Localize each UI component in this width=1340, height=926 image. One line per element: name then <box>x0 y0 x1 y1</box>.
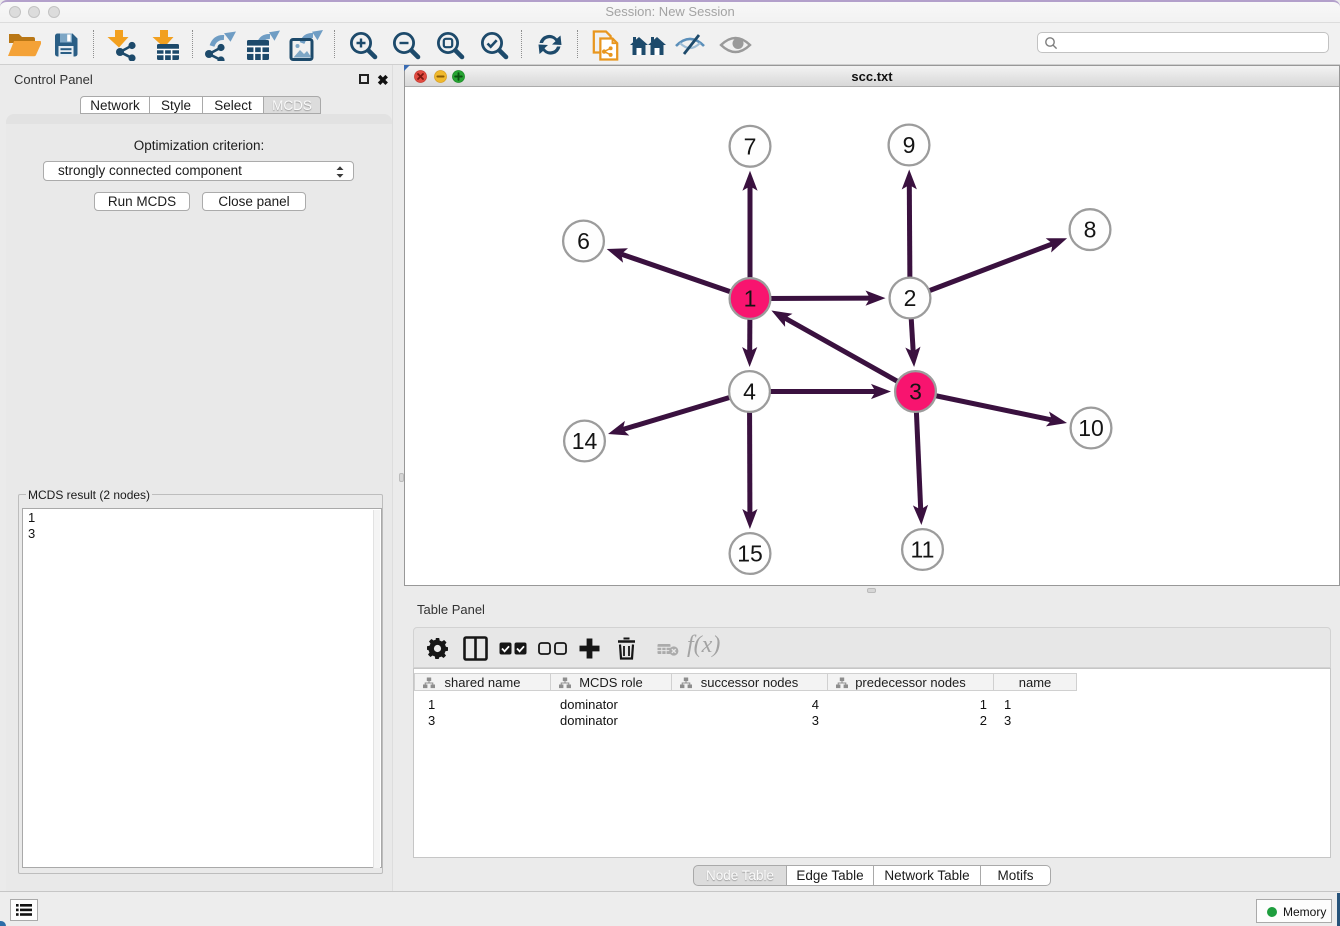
svg-text:7: 7 <box>744 133 757 159</box>
svg-text:9: 9 <box>903 132 916 158</box>
svg-text:11: 11 <box>911 537 935 563</box>
svg-text:4: 4 <box>743 379 756 405</box>
svg-text:1: 1 <box>744 286 757 312</box>
svg-text:15: 15 <box>737 541 763 567</box>
svg-text:8: 8 <box>1084 217 1097 243</box>
svg-text:14: 14 <box>572 428 598 454</box>
svg-text:3: 3 <box>909 379 922 405</box>
svg-text:2: 2 <box>904 285 917 311</box>
svg-text:6: 6 <box>577 228 590 254</box>
svg-text:10: 10 <box>1078 415 1104 441</box>
